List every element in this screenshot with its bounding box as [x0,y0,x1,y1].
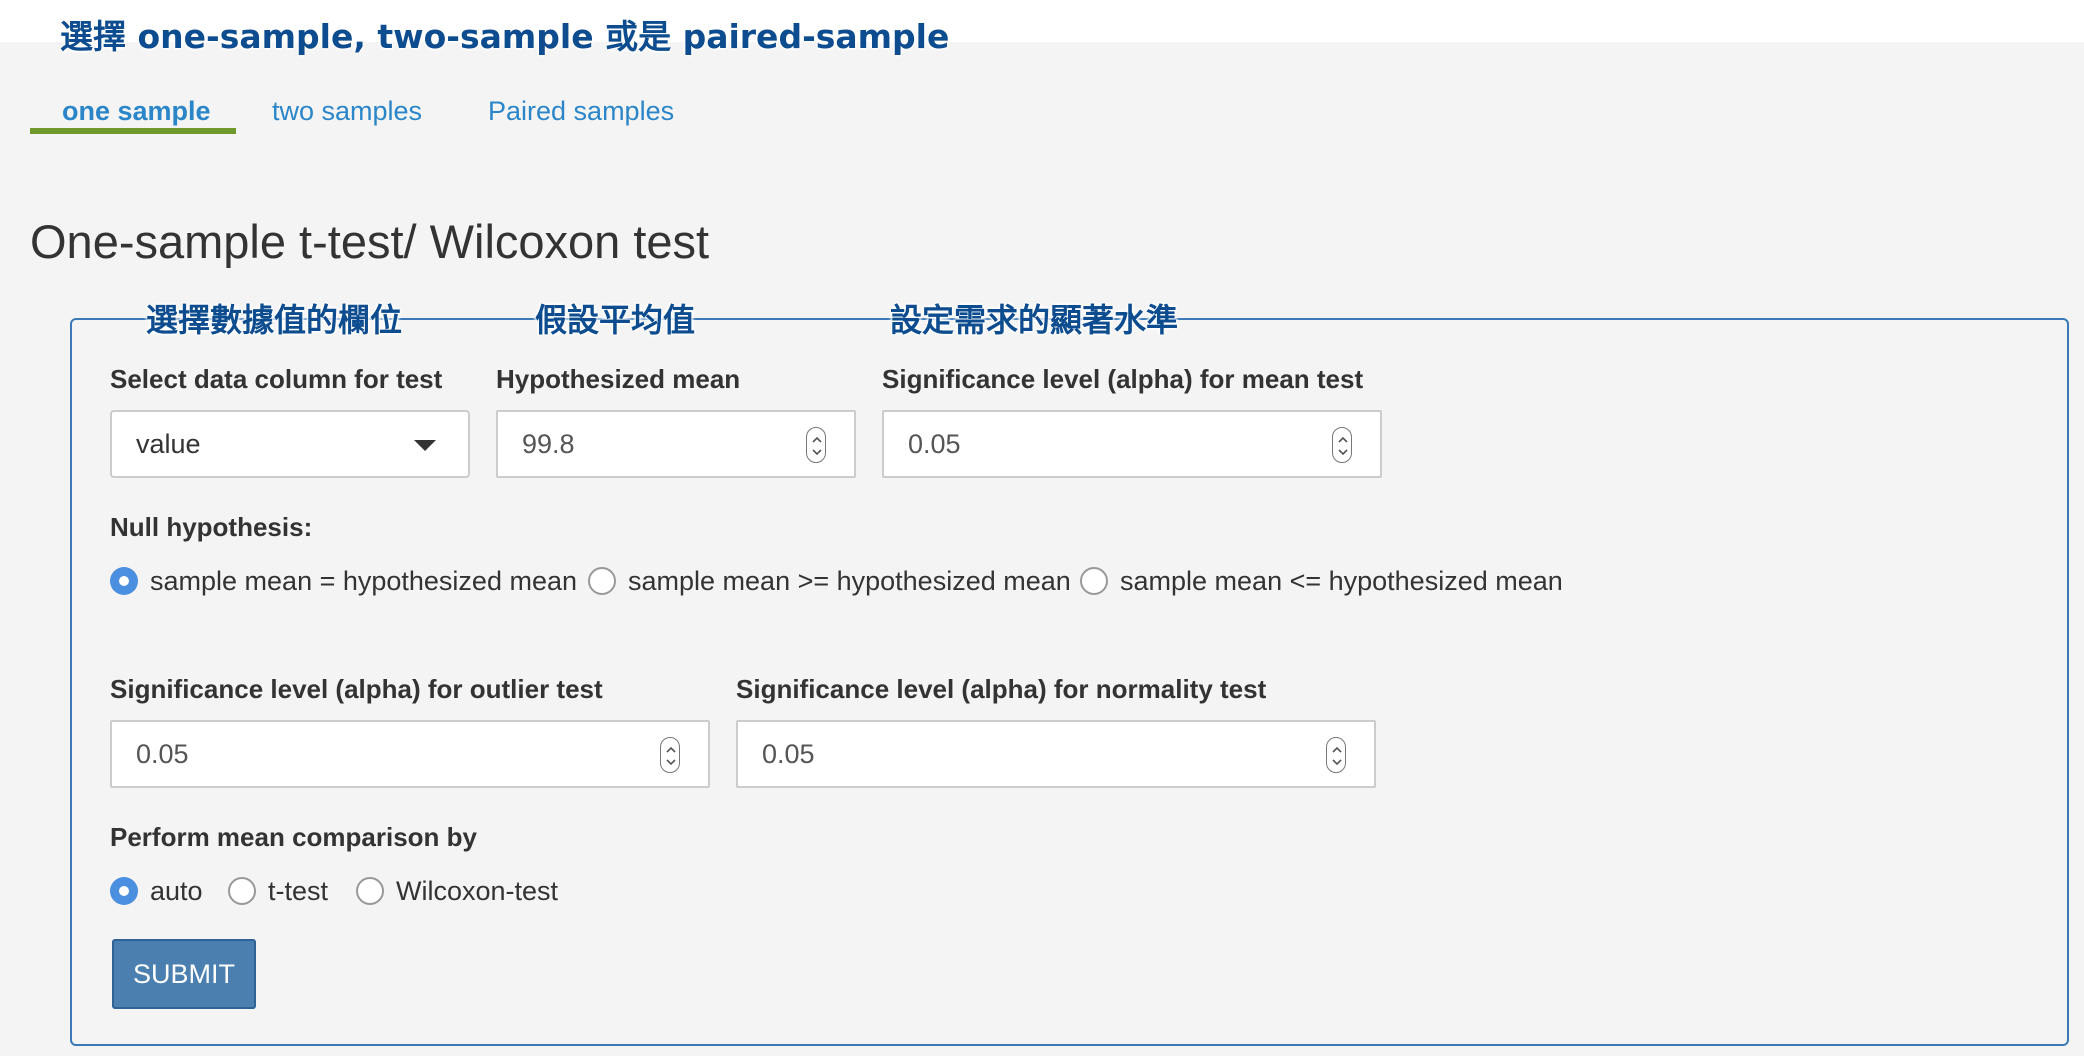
spinner-icon[interactable] [660,737,680,773]
alpha-mean-label: Significance level (alpha) for mean test [882,364,1364,394]
submit-button[interactable]: SUBMIT [112,939,256,1009]
spinner-icon[interactable] [1332,427,1352,463]
tab-paired-samples[interactable]: Paired samples [488,88,674,136]
radio-button[interactable] [228,877,256,905]
radio-label: t-test [268,876,329,906]
radio-label: auto [150,876,203,906]
radio-button[interactable] [356,877,384,905]
radio-label: Wilcoxon-test [396,876,559,906]
alpha-outlier-label: Significance level (alpha) for outlier t… [110,674,603,704]
spinner-icon[interactable] [806,427,826,463]
annotation-column: 選擇數據值的欄位 [146,301,403,339]
column-select[interactable]: value [110,410,470,478]
mean-input[interactable]: 99.8 [496,410,856,478]
radio-button[interactable] [1080,567,1108,595]
annotation-alpha: 設定需求的顯著水準 [890,301,1179,339]
tab-two-samples[interactable]: two samples [272,88,422,136]
alpha-normality-input-value: 0.05 [762,739,815,769]
radio-label: sample mean >= hypothesized mean [628,566,1071,596]
annotation-top: 選擇 one-sample, two-sample 或是 paired-samp… [60,17,950,56]
radio-button-checked[interactable] [110,567,138,595]
page-title: One-sample t-test/ Wilcoxon test [30,215,710,268]
caret-down-icon [414,440,436,451]
radio-button[interactable] [588,567,616,595]
alpha-normality-label: Significance level (alpha) for normality… [736,674,1267,704]
mean-label: Hypothesized mean [496,364,741,394]
annotation-mean: 假設平均值 [535,301,696,339]
column-select-value: value [136,429,201,459]
alpha-outlier-input-value: 0.05 [136,739,189,769]
radio-label: sample mean = hypothesized mean [150,566,578,596]
radio-button-checked[interactable] [110,877,138,905]
active-tab-underline [30,128,236,134]
alpha-mean-input[interactable]: 0.05 [882,410,1382,478]
compare-method-radio-group: auto t-test Wilcoxon-test [110,870,710,910]
null-hypothesis-radio-group: sample mean = hypothesized mean sample m… [110,560,1710,600]
null-hypothesis-label: Null hypothesis: [110,512,313,542]
radio-label: sample mean <= hypothesized mean [1120,566,1563,596]
compare-method-label: Perform mean comparison by [110,822,477,852]
form-panel: Select data column for test value Hypoth… [70,318,2069,1046]
alpha-mean-input-value: 0.05 [908,429,961,459]
column-select-label: Select data column for test [110,364,443,394]
spinner-icon[interactable] [1326,737,1346,773]
alpha-normality-input[interactable]: 0.05 [736,720,1376,788]
mean-input-value: 99.8 [522,429,575,459]
alpha-outlier-input[interactable]: 0.05 [110,720,710,788]
